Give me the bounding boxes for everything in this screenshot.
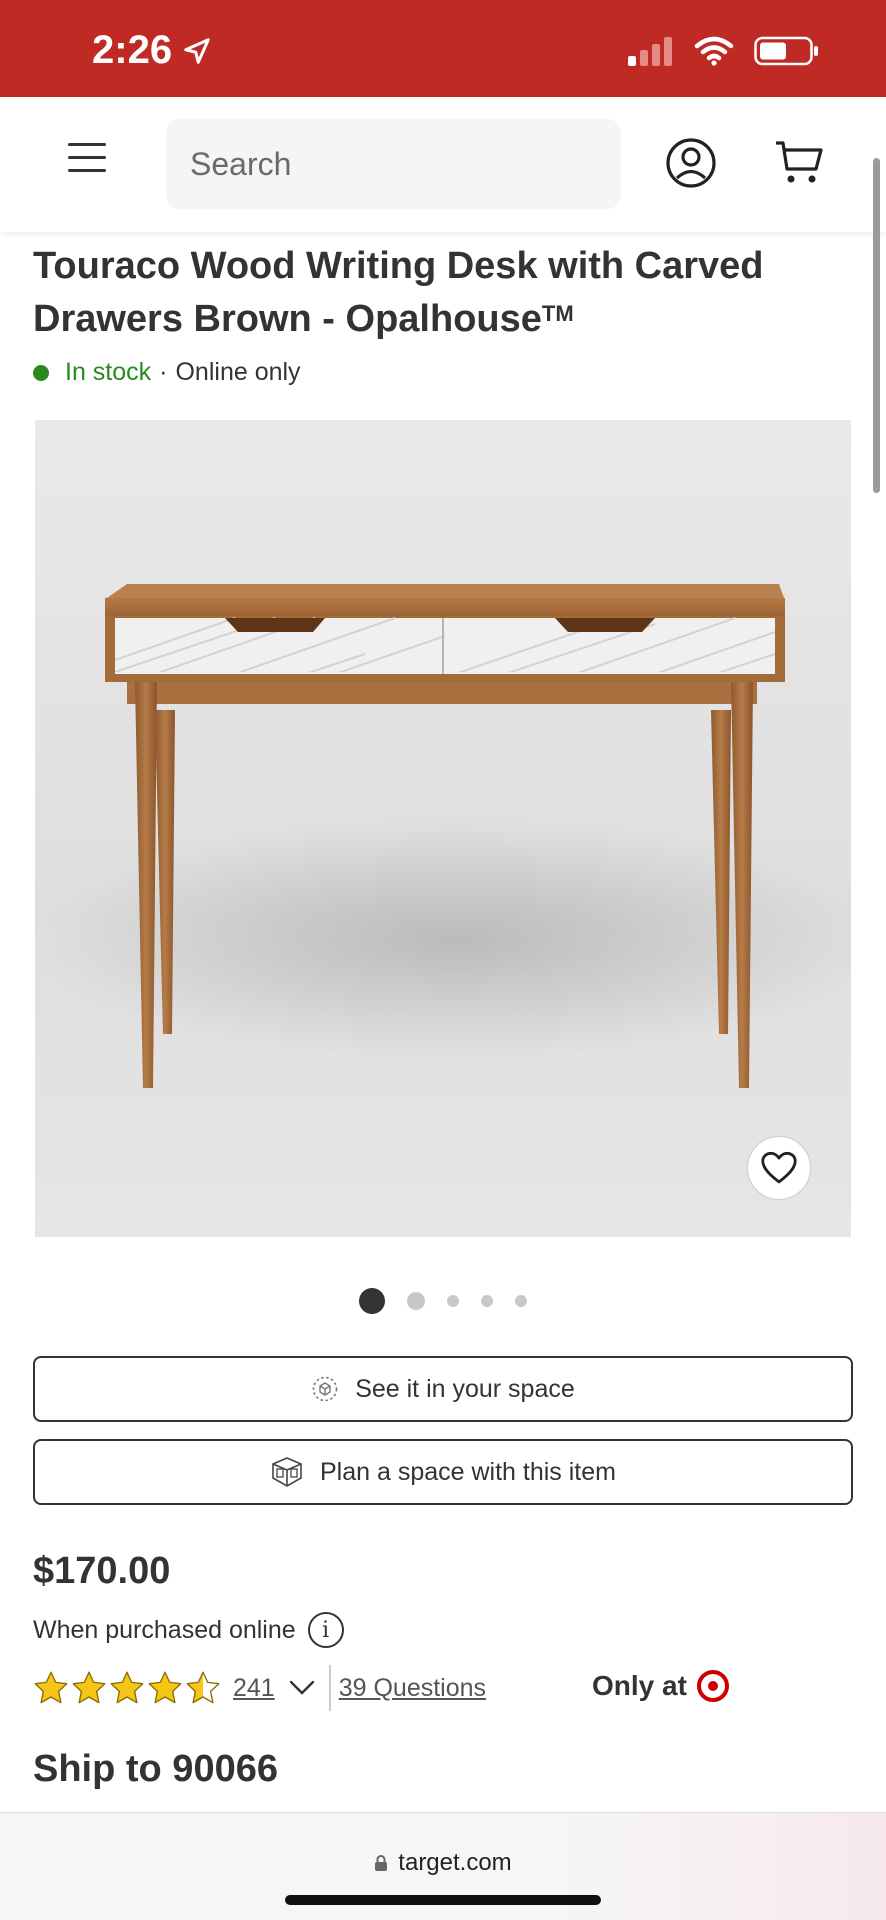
room-planner-icon [272,1457,302,1487]
only-at-label: Only at [592,1670,687,1701]
product-title: Touraco Wood Writing Desk with Carved Dr… [33,242,833,343]
wifi-icon [694,36,734,66]
page-scrollbar[interactable] [873,158,880,493]
status-time: 2:26 [92,28,212,73]
product-price: $170.00 [33,1550,171,1592]
questions-link[interactable]: 39 Questions [339,1674,486,1703]
battery-icon [754,36,818,66]
status-icons [628,36,820,66]
status-bar: 2:26 [0,0,886,97]
info-icon[interactable]: i [307,1612,344,1648]
see-in-your-space-label: See it in your space [355,1374,575,1403]
separator: · [159,358,168,386]
in-stock-dot-icon [33,364,49,381]
carousel-dot-4[interactable] [481,1295,493,1307]
desk-image [35,584,851,1088]
chevron-down-icon[interactable] [289,1680,315,1696]
see-in-your-space-button[interactable]: See it in your space [33,1356,853,1422]
only-at-target-badge: Only at [592,1670,729,1702]
rating-count-link[interactable]: 241 [233,1674,275,1703]
star-icon [72,1671,106,1704]
rating-row: 241 39 Questions [33,1664,853,1712]
cellular-signal-icon [628,37,672,66]
account-icon[interactable] [665,137,717,189]
stock-availability: In stock · Online only [33,358,301,387]
site-header [0,97,886,232]
heart-icon [761,1151,797,1184]
hamburger-menu-icon[interactable] [62,143,112,183]
carousel-dot-1[interactable] [359,1288,385,1314]
stock-status: In stock [65,358,152,386]
search-input[interactable] [190,145,610,183]
carousel-dot-3[interactable] [447,1295,459,1307]
image-carousel-dots [0,1288,886,1314]
browser-address-bar[interactable]: target.com [0,1812,886,1920]
star-rating[interactable] [33,1670,221,1706]
divider [328,1665,331,1711]
price-note: When purchased online i [33,1612,344,1648]
star-icon [148,1671,182,1704]
product-title-text: Touraco Wood Writing Desk with Carved Dr… [33,245,764,340]
product-image[interactable] [35,420,851,1237]
favorite-button[interactable] [747,1136,811,1200]
star-icon [186,1671,220,1704]
url-text: target.com [398,1849,512,1876]
plan-a-space-label: Plan a space with this item [320,1457,616,1486]
location-arrow-icon [184,37,210,64]
clock: 2:26 [92,28,173,72]
url-display[interactable]: target.com [0,1849,886,1877]
plan-a-space-button[interactable]: Plan a space with this item [33,1439,853,1505]
target-logo-icon [696,1670,729,1702]
carousel-dot-5[interactable] [515,1295,527,1307]
search-bar[interactable] [166,119,621,209]
cart-icon[interactable] [774,139,824,185]
star-icon [110,1671,144,1704]
ar-cube-icon [312,1376,338,1402]
price-note-text: When purchased online [33,1615,296,1644]
ship-to-heading[interactable]: Ship to 90066 [33,1748,278,1791]
home-indicator[interactable] [285,1895,601,1905]
lock-icon [375,1855,388,1871]
availability-text: Online only [175,358,301,386]
trademark-symbol: TM [541,301,574,326]
carousel-dot-2[interactable] [407,1292,425,1310]
star-icon [34,1671,68,1704]
